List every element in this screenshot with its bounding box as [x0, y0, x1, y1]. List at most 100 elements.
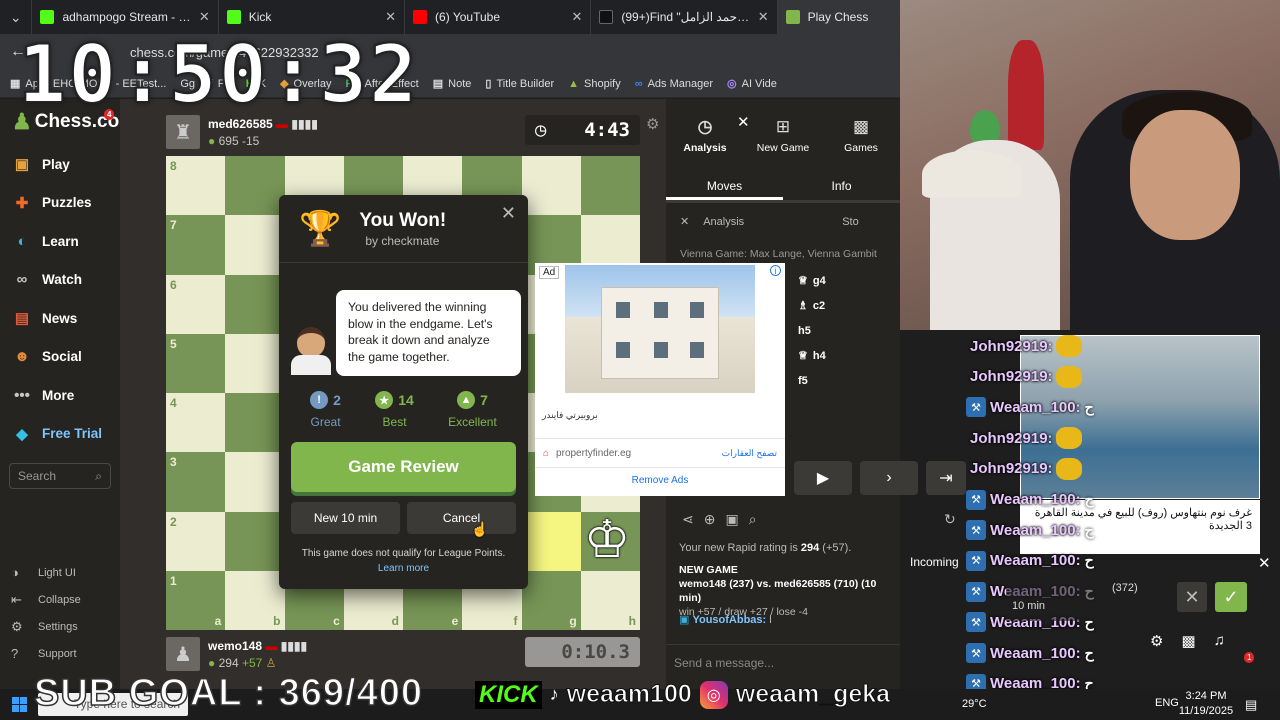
browser-tab[interactable]: (6) YouTube ✕ — [404, 0, 590, 34]
bookmark-item[interactable]: ∞ Ads Manager — [635, 78, 713, 90]
share-icon[interactable]: ⋖ — [682, 511, 694, 528]
tab-analysis[interactable]: ◷ Analysis — [666, 99, 744, 171]
ad-house-image[interactable] — [565, 265, 755, 393]
square-g2[interactable] — [521, 511, 581, 571]
ad-cta[interactable]: تصفح العقارات — [722, 448, 777, 459]
nav-watch[interactable]: ∞ Watch — [0, 261, 120, 300]
tab-search-chevron-icon[interactable]: ⌄ — [0, 9, 31, 26]
light-ui-toggle[interactable]: ◑ Light UI — [0, 559, 120, 586]
panel-close-icon[interactable]: ✕ — [737, 113, 750, 131]
square-a2[interactable]: 2 — [166, 511, 226, 571]
bookmark-item[interactable]: ◎ AI Vide — [727, 77, 777, 91]
move-row[interactable]: h5 — [798, 318, 900, 343]
settings-link[interactable]: ⚙ Settings — [0, 613, 120, 640]
chat-username[interactable]: John92919: — [970, 338, 1053, 355]
square-h8[interactable] — [580, 156, 640, 216]
remove-ads-link[interactable]: Remove Ads — [535, 475, 785, 486]
nav-news[interactable]: ▤ News — [0, 299, 120, 338]
avatar[interactable]: ♟ — [166, 637, 200, 671]
chat-username[interactable]: Weaam_100: — [990, 645, 1081, 662]
modal-close-icon[interactable]: ✕ — [501, 203, 516, 224]
board-settings-icon[interactable]: ⚙ — [646, 115, 659, 133]
square-a8[interactable]: 8 — [166, 156, 226, 216]
chat-username[interactable]: Weaam_100: — [990, 491, 1081, 508]
analysis-close-icon[interactable]: ✕ — [680, 215, 689, 228]
square-b3[interactable] — [225, 452, 285, 512]
chat-input[interactable]: Send a message... — [666, 644, 900, 680]
tab-games[interactable]: ▩ Games — [822, 99, 900, 171]
square-a7[interactable]: 7 — [166, 215, 226, 275]
accept-challenge-button[interactable]: ✓ — [1215, 582, 1247, 612]
square-b1[interactable]: b — [225, 570, 285, 630]
ad-panel[interactable]: Ad i بروبيرتي فايندر ⌂ propertyfinder.eg… — [535, 263, 785, 496]
ad-footer[interactable]: ⌂ propertyfinder.eg تصفح العقارات — [535, 438, 785, 468]
move-row[interactable]: ♗ c2 — [798, 293, 900, 318]
refresh-icon[interactable]: ↻ — [944, 511, 956, 528]
play-moves-button[interactable]: ▶ — [794, 461, 852, 495]
bookmark-item[interactable]: ▤ Note — [433, 77, 472, 91]
square-h2[interactable]: ♔ — [580, 511, 640, 571]
square-b6[interactable] — [225, 274, 285, 334]
cancel-button[interactable]: Cancel — [407, 502, 516, 534]
tab-new-game[interactable]: ⊞ New Game — [744, 99, 822, 171]
settings-icon[interactable]: ⚙ — [1150, 632, 1163, 650]
square-a4[interactable]: 4 — [166, 393, 226, 453]
square-b2[interactable] — [225, 511, 285, 571]
square-b8[interactable] — [225, 156, 285, 216]
player-name[interactable]: wemo148 ▬ ▮▮▮▮ — [208, 639, 307, 653]
square-b5[interactable] — [225, 333, 285, 393]
move-row[interactable]: ♕ h4 — [798, 343, 900, 368]
nav-learn[interactable]: ◐ Learn — [0, 222, 120, 261]
chat-username[interactable]: Weaam_100: — [990, 522, 1081, 539]
square-a6[interactable]: 6 — [166, 274, 226, 334]
chat-username[interactable]: Weaam_100: — [990, 399, 1081, 416]
chat-username[interactable]: YousofAbbas: — [692, 614, 766, 626]
chat-username[interactable]: Weaam_100: — [990, 552, 1081, 569]
learn-more-link[interactable]: Learn more — [279, 563, 528, 574]
zoom-icon[interactable]: ⌕ — [749, 511, 757, 528]
square-g1[interactable]: g — [521, 570, 581, 630]
tab-close-icon[interactable]: ✕ — [199, 9, 210, 25]
chat-username[interactable]: John92919: — [970, 460, 1053, 477]
sidebar-search-input[interactable]: Search ⌕ — [9, 463, 111, 489]
bell-icon[interactable]: ♫ — [1214, 632, 1225, 650]
last-move-button[interactable]: ⇥ — [926, 461, 966, 495]
white-king-piece[interactable]: ♔ — [584, 512, 631, 568]
move-row[interactable]: ♕ g4 — [798, 268, 900, 293]
nav-play[interactable]: ▣ Play — [0, 145, 120, 184]
square-b4[interactable] — [225, 393, 285, 453]
next-move-button[interactable]: › — [860, 461, 918, 495]
ad-info-icon[interactable]: i — [770, 265, 781, 276]
windows-start-icon[interactable] — [12, 697, 27, 712]
tab-close-icon[interactable]: ✕ — [385, 9, 396, 25]
new-game-button[interactable]: New 10 min — [291, 502, 400, 534]
browser-tab-active[interactable]: Play Chess — [776, 0, 901, 34]
notification-center-icon[interactable]: ▤ — [1245, 697, 1257, 713]
square-g8[interactable] — [521, 156, 581, 216]
taskbar-clock[interactable]: 3:24 PM 11/19/2025 — [1176, 689, 1236, 719]
nav-free-trial[interactable]: ◆ Free Trial — [0, 415, 120, 454]
move-row[interactable]: f5 — [798, 368, 900, 393]
challenge-close-icon[interactable]: ✕ — [1258, 554, 1271, 572]
square-h1[interactable]: h — [580, 570, 640, 630]
square-a3[interactable]: 3 — [166, 452, 226, 512]
tab-close-icon[interactable]: ✕ — [571, 9, 582, 25]
chat-username[interactable]: John92919: — [970, 430, 1053, 447]
nav-puzzles[interactable]: ✚ Puzzles — [0, 184, 120, 223]
weather-widget[interactable]: 29°C — [962, 698, 987, 710]
square-a5[interactable]: 5 — [166, 333, 226, 393]
analysis-stop-label[interactable]: Sto — [842, 216, 859, 228]
collapse-button[interactable]: ⇤ Collapse — [0, 586, 120, 613]
tab-info[interactable]: Info — [783, 171, 900, 200]
square-b7[interactable] — [225, 215, 285, 275]
game-review-button[interactable]: Game Review — [291, 442, 516, 492]
decline-challenge-button[interactable]: ✕ — [1177, 582, 1207, 612]
nav-more[interactable]: ••• More — [0, 376, 120, 415]
tab-close-icon[interactable]: ✕ — [758, 9, 769, 25]
board-icon[interactable]: ▩ — [1181, 632, 1195, 650]
bookmark-item[interactable]: ▲ Shopify — [568, 78, 621, 90]
chat-username[interactable]: John92919: — [970, 368, 1053, 385]
bookmark-item[interactable]: ▯ Title Builder — [485, 77, 554, 91]
add-to-library-icon[interactable]: ⊕ — [704, 511, 716, 528]
support-link[interactable]: ? Support — [0, 640, 120, 667]
